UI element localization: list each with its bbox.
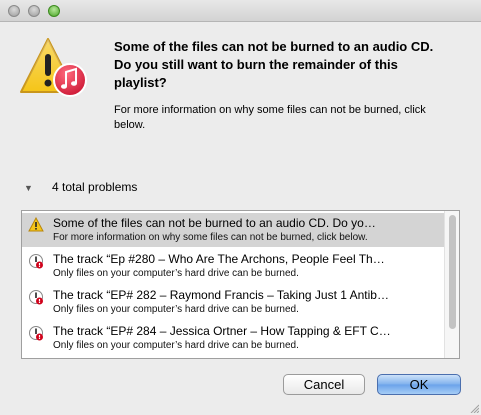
- close-window-button[interactable]: [8, 5, 20, 17]
- error-icon: [29, 290, 43, 305]
- error-icon: [29, 326, 43, 341]
- problems-count-label: 4 total problems: [52, 180, 138, 194]
- problem-detail: Only files on your computer’s hard drive…: [53, 304, 299, 315]
- cancel-button[interactable]: Cancel: [283, 374, 365, 395]
- ok-button[interactable]: OK: [377, 374, 461, 395]
- title-bar: [0, 0, 481, 22]
- headline-line: playlist?: [114, 75, 167, 90]
- problem-title: The track “Ep #280 – Who Are The Archons…: [53, 252, 385, 266]
- list-item[interactable]: Some of the files can not be burned to a…: [22, 213, 445, 247]
- list-item[interactable]: The track “Ep #280 – Who Are The Archons…: [22, 249, 445, 283]
- error-icon: [29, 254, 43, 269]
- info-line: For more information on why some files c…: [114, 104, 426, 116]
- dialog-info-text: For more information on why some files c…: [114, 103, 464, 133]
- problem-detail: Only files on your computer’s hard drive…: [53, 340, 299, 351]
- resize-grip-icon[interactable]: [469, 403, 479, 413]
- headline-line: Do you still want to burn the remainder …: [114, 57, 398, 72]
- caution-triangle-with-music-note-icon: [20, 38, 87, 97]
- info-line: below.: [114, 119, 146, 131]
- warning-icon: [28, 217, 44, 232]
- headline-line: Some of the files can not be burned to a…: [114, 39, 434, 54]
- problem-detail: For more information on why some files c…: [53, 232, 368, 243]
- vertical-scrollbar[interactable]: [444, 211, 459, 358]
- problem-detail: Only files on your computer’s hard drive…: [53, 268, 299, 279]
- list-item[interactable]: The track “EP# 284 – Jessica Ortner – Ho…: [22, 321, 445, 355]
- problem-title: Some of the files can not be burned to a…: [53, 216, 376, 230]
- disclosure-triangle-icon[interactable]: ▼: [24, 183, 33, 193]
- problem-title: The track “EP# 284 – Jessica Ortner – Ho…: [53, 324, 391, 338]
- dialog-headline: Some of the files can not be burned to a…: [114, 38, 469, 92]
- problems-list[interactable]: Some of the files can not be burned to a…: [21, 210, 460, 359]
- list-item[interactable]: The track “EP# 282 – Raymond Francis – T…: [22, 285, 445, 319]
- problem-title: The track “EP# 282 – Raymond Francis – T…: [53, 288, 389, 302]
- minimize-window-button[interactable]: [28, 5, 40, 17]
- zoom-window-button[interactable]: [48, 5, 60, 17]
- scrollbar-thumb[interactable]: [449, 215, 456, 329]
